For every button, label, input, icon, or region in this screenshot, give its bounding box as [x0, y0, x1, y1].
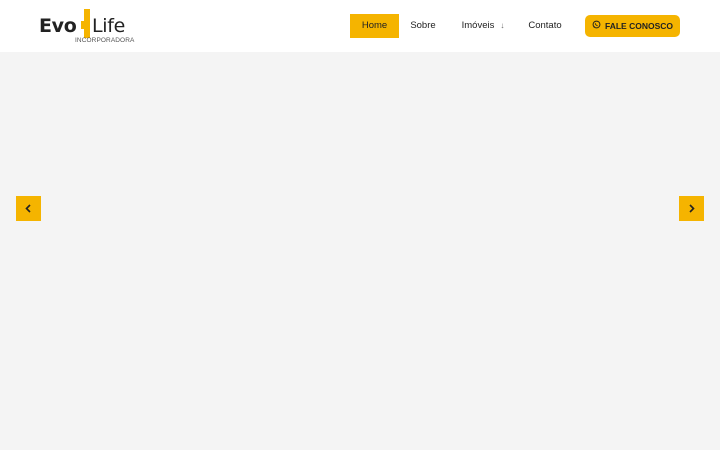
- nav-item-imoveis[interactable]: Imóveis ↓: [453, 14, 513, 38]
- slider-next-button[interactable]: [679, 196, 704, 221]
- site-header: Evo Life INCORPORADORA Home Sobre Imóvei…: [0, 0, 720, 52]
- nav-item-contato[interactable]: Contato: [522, 14, 568, 38]
- nav-item-home[interactable]: Home: [350, 14, 399, 38]
- logo-word-life: Life: [92, 15, 126, 37]
- fale-conosco-label: FALE CONOSCO: [604, 21, 673, 31]
- fale-conosco-button[interactable]: FALE CONOSCO: [585, 15, 680, 37]
- logo-building-notch: [81, 21, 85, 29]
- nav-item-label: Imóveis: [461, 20, 495, 31]
- nav-item-sobre[interactable]: Sobre: [405, 14, 441, 38]
- arrow-down-icon: ↓: [500, 21, 505, 30]
- hero-slider: [0, 52, 720, 450]
- nav-item-label: Contato: [528, 20, 562, 31]
- logo-subtitle: INCORPORADORA: [75, 37, 135, 44]
- nav-item-label: Home: [361, 20, 388, 31]
- slider-prev-button[interactable]: [16, 196, 41, 221]
- chevron-left-icon: [25, 204, 31, 213]
- logo[interactable]: Evo Life INCORPORADORA: [39, 7, 139, 47]
- whatsapp-icon: [592, 15, 601, 37]
- chevron-right-icon: [689, 204, 695, 213]
- nav-item-label: Sobre: [410, 20, 436, 31]
- logo-word-evo: Evo: [39, 15, 77, 37]
